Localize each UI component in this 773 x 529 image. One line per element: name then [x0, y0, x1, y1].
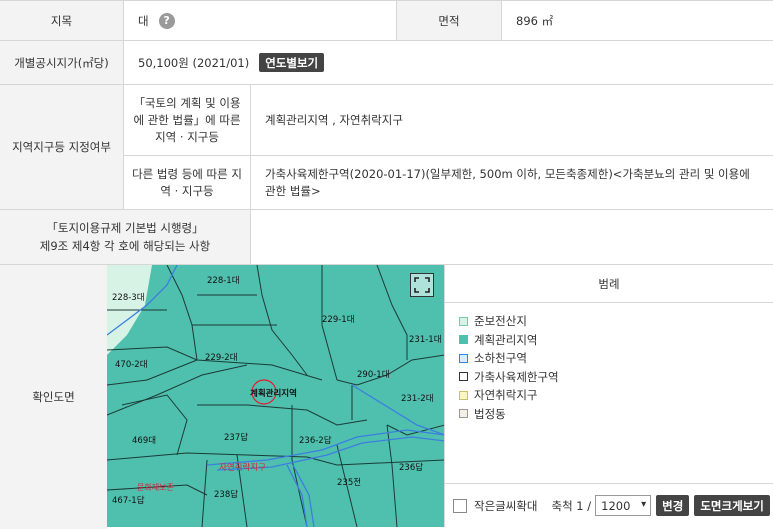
map-label-228-1: 228-1대	[207, 276, 240, 286]
legend-item: 계획관리지역	[445, 331, 773, 350]
map-label-231-1: 231-1대	[409, 335, 442, 345]
jimok-value-text: 대	[138, 13, 149, 28]
legend-label: 자연취락지구	[474, 388, 538, 403]
map-label-235: 235전	[337, 477, 361, 488]
map-label-229-1: 229-1대	[322, 315, 355, 325]
scale-label: 축척 1 /	[551, 498, 592, 513]
zone-sub2-value: 가축사육제한구역(2020-01-17)(일부제한, 500m 이하, 모든축종…	[265, 166, 750, 198]
map-label-237: 237답	[224, 432, 248, 443]
zone-label: 지역지구등 지정여부	[0, 85, 123, 209]
law-label: 「토지이용규제 기본법 시행령」 제9조 제4항 각 호에 해당되는 사항	[0, 210, 250, 264]
legend-swatch	[459, 390, 468, 400]
price-label: 개별공시지가(㎡당)	[0, 41, 123, 84]
legend-swatch	[459, 316, 468, 326]
map-label-469: 469대	[132, 436, 156, 446]
law-label-line2: 제9조 제4항 각 호에 해당되는 사항	[39, 239, 211, 253]
map-label-village: 자연취락지구	[219, 462, 266, 473]
map-label-229-2: 229-2대	[205, 353, 238, 363]
confirmation-map[interactable]: 228-1대 228-3대 229-1대 231-1대 470-2대 229-2…	[107, 265, 445, 527]
view-large-map-button[interactable]: 도면크게보기	[694, 495, 770, 516]
legend-item: 소하천구역	[445, 349, 773, 368]
legend-swatch	[459, 353, 468, 363]
legend-swatch	[459, 372, 468, 382]
legend-swatch	[459, 335, 468, 345]
map-controls: 작은글씨확대 축척 1 / 1200 ▾ 변경 도면크게보기	[445, 483, 773, 527]
legend-label: 가축사육제한구역	[474, 369, 559, 384]
legend-item: 법정동	[445, 405, 773, 424]
scale-select[interactable]: 1200 ▾	[595, 495, 652, 516]
map-label-470-2: 470-2대	[115, 360, 148, 370]
legend-title: 범례	[445, 265, 773, 303]
parcel-map-svg: 228-1대 228-3대 229-1대 231-1대 470-2대 229-2…	[107, 265, 444, 527]
map-label-heritage: 문화재보존	[137, 483, 174, 492]
price-value-text: 50,100원 (2021/01)	[138, 55, 250, 70]
map-label-236: 236답	[399, 462, 423, 473]
fullscreen-icon[interactable]	[410, 273, 434, 297]
row-zone: 지역지구등 지정여부 「국토의 계획 및 이용에 관한 법률」에 따른 지역 ·…	[0, 85, 773, 210]
area-value: 896 ㎡	[516, 13, 554, 28]
small-text-checkbox[interactable]	[453, 498, 467, 513]
help-icon[interactable]: ?	[158, 12, 175, 29]
map-label-290-1: 290-1대	[357, 370, 390, 380]
change-scale-button[interactable]: 변경	[656, 495, 690, 516]
map-label: 확인도면	[0, 265, 107, 529]
zone-sub2-label: 다른 법령 등에 따른 지역 · 지구등	[124, 156, 250, 209]
legend-label: 준보전산지	[474, 314, 527, 329]
small-text-label: 작은글씨확대	[474, 498, 538, 513]
legend-item: 준보전산지	[445, 312, 773, 331]
row-law: 「토지이용규제 기본법 시행령」 제9조 제4항 각 호에 해당되는 사항	[0, 210, 773, 265]
map-label-236-2: 236-2답	[299, 435, 332, 446]
law-label-line1: 「토지이용규제 기본법 시행령」	[46, 221, 204, 235]
zone-sub1-value: 계획관리지역 , 자연취락지구	[265, 113, 403, 127]
map-label-467-1: 467-1답	[112, 495, 145, 506]
area-label: 면적	[397, 1, 501, 40]
jimok-value: 대 ?	[124, 1, 396, 40]
chevron-down-icon: ▾	[641, 499, 647, 510]
scale-value: 1200	[601, 498, 631, 513]
price-value: 50,100원 (2021/01) 연도별보기	[124, 41, 773, 84]
map-label-238: 238답	[214, 489, 238, 500]
row-jimok: 지목 대 ? 면적 896 ㎡	[0, 0, 773, 41]
legend-label: 계획관리지역	[474, 332, 538, 347]
legend-item: 자연취락지구	[445, 386, 773, 405]
legend-label: 법정동	[474, 406, 506, 421]
map-label-zone: 계획관리지역	[250, 388, 297, 399]
jimok-label: 지목	[0, 1, 123, 40]
legend-swatch	[459, 409, 468, 419]
legend-label: 소하천구역	[474, 351, 527, 366]
map-label-231-2: 231-2대	[401, 394, 434, 404]
row-price: 개별공시지가(㎡당) 50,100원 (2021/01) 연도별보기	[0, 41, 773, 85]
legend-panel: 범례 준보전산지 계획관리지역 소하천구역 가축사육제한구역 자연취락지구 법정…	[445, 265, 773, 527]
map-label-228-3: 228-3대	[112, 293, 145, 303]
law-value	[251, 210, 773, 264]
zone-sub1-label: 「국토의 계획 및 이용에 관한 법률」에 따른 지역 · 지구등	[124, 85, 250, 155]
legend-list: 준보전산지 계획관리지역 소하천구역 가축사육제한구역 자연취락지구 법정동	[445, 303, 773, 423]
legend-item: 가축사육제한구역	[445, 368, 773, 387]
yearly-view-button[interactable]: 연도별보기	[259, 53, 325, 72]
